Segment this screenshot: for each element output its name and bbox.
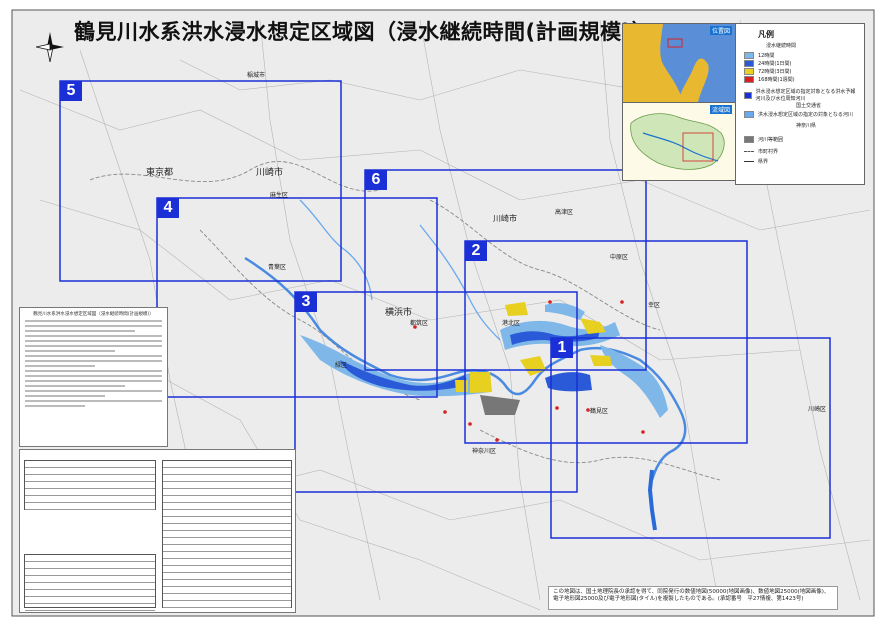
place-tsuzuki: 都筑区 [410, 320, 429, 327]
legend-item-pref-river: 洪水浸水想定区域の指定の対象となる河川 [744, 111, 859, 118]
legend-item-national-river: 洪水浸水想定区域の指定対象となる洪水予報河川及び水位周知河川 [744, 88, 859, 102]
table-right [162, 460, 292, 608]
location-inset: 位置図 [622, 23, 736, 103]
frame-label-4[interactable]: 4 [157, 198, 179, 218]
frame-label-3[interactable]: 3 [295, 292, 317, 312]
explanation-title: 鶴見川水系洪水浸水想定区域図（浸水継続時間(計画規模)） [33, 312, 154, 317]
table-left-bottom [24, 554, 156, 611]
legend-subtitle: 浸水継続時間 [766, 43, 797, 49]
legend-item-kanagawa: 神奈川県 [796, 123, 817, 129]
place-kanagawa: 神奈川区 [472, 448, 497, 455]
location-inset-tag: 位置図 [709, 26, 732, 35]
place-saiwai: 幸区 [648, 302, 661, 309]
legend-item-168h: 168時間(1週間) [744, 76, 795, 83]
basin-inset-tag: 流域図 [709, 105, 732, 114]
basin-inset: 流域図 [622, 102, 736, 181]
legend-item-12h: 12時間 [744, 52, 774, 59]
frame-label-2[interactable]: 2 [465, 241, 487, 261]
legend-title: 凡例 [758, 30, 774, 39]
frame-label-5[interactable]: 5 [60, 81, 82, 101]
legend-item-river-area: 河川等範囲 [744, 136, 783, 143]
legend-panel: 凡例 浸水継続時間 12時間 24時間(1日間) 72時間(3日間) 168時間… [735, 23, 865, 185]
copyright-footnote: この地図は、国土地理院長の承認を得て、同院発行の数値地図(50000(地図画像)… [548, 586, 838, 610]
place-kawasaki-label: 川崎市 [493, 214, 517, 223]
rivers-tables [19, 449, 296, 613]
place-kawasaki-city: 川崎市 [256, 168, 284, 178]
basin-inset-map [630, 113, 725, 170]
frame-label-1[interactable]: 1 [551, 338, 573, 358]
place-kawasaki-ku: 川崎区 [808, 406, 827, 413]
place-aoba: 青葉区 [268, 264, 287, 271]
place-yokohama: 横浜市 [385, 308, 413, 318]
legend-item-prefecture: 県界 [744, 158, 768, 165]
location-inset-map [660, 24, 735, 102]
legend-item-72h: 72時間(3日間) [744, 68, 791, 75]
map-title: 鶴見川水系洪水浸水想定区域図（浸水継続時間(計画規模)） [74, 20, 654, 44]
place-takatsu: 高津区 [555, 209, 574, 216]
place-kohoku: 港北区 [502, 320, 521, 327]
frame-label-6[interactable]: 6 [365, 170, 387, 190]
table-left-top [24, 460, 156, 510]
legend-item-municipal: 市町村界 [744, 148, 778, 155]
place-tsurumi: 鶴見区 [590, 408, 609, 415]
place-inagi: 稲城市 [247, 72, 266, 79]
place-nakahara: 中原区 [610, 254, 629, 261]
legend-item-mlit: 国土交通省 [796, 103, 822, 109]
north-arrow-icon [36, 32, 64, 62]
place-tokyo: 東京都 [146, 168, 174, 178]
explanation-panel: 鶴見川水系洪水浸水想定区域図（浸水継続時間(計画規模)） [19, 307, 168, 447]
place-midori: 緑区 [335, 362, 348, 369]
place-asao: 麻生区 [270, 192, 289, 199]
legend-item-24h: 24時間(1日間) [744, 60, 791, 67]
